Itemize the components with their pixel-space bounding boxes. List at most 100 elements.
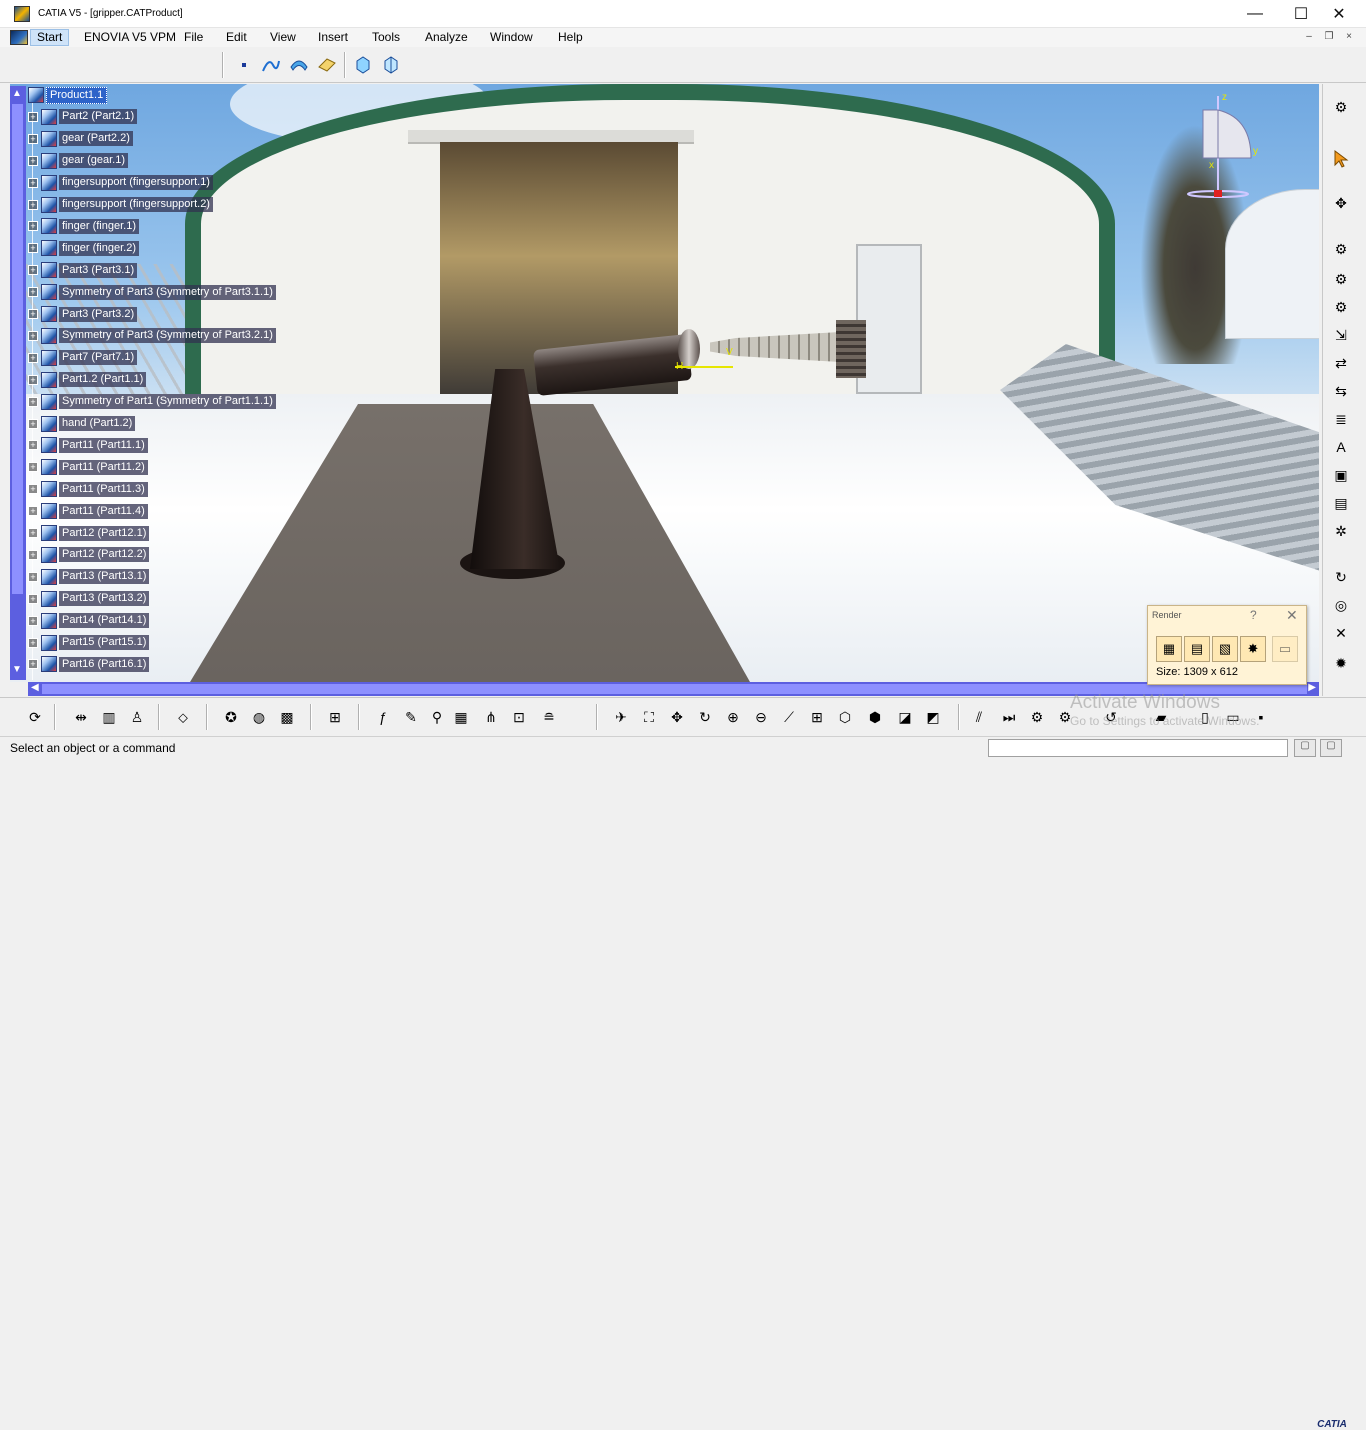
- table-icon[interactable]: ▦: [450, 706, 472, 728]
- tree-node-label[interactable]: finger (finger.1): [59, 218, 139, 234]
- tree-node[interactable]: + Symmetry of Part1 (Symmetry of Part1.1.…: [28, 393, 276, 411]
- scroll-down-icon[interactable]: ▼: [12, 664, 22, 675]
- tree-node[interactable]: + finger (finger.2): [28, 239, 139, 257]
- tree-node-label[interactable]: Part12 (Part12.1): [59, 525, 150, 541]
- swap-visible-space-icon[interactable]: ◩: [922, 706, 944, 728]
- tree-node-label[interactable]: Part3 (Part3.1): [59, 262, 138, 278]
- expand-icon[interactable]: +: [28, 111, 38, 122]
- tree-structure-icon[interactable]: ⋔: [480, 706, 502, 728]
- apply-material-icon[interactable]: ◍: [248, 706, 270, 728]
- representation-icon[interactable]: ▣: [1329, 464, 1353, 486]
- tree-node[interactable]: + Part11 (Part11.4): [28, 502, 148, 520]
- lock-icon[interactable]: ⊡: [508, 706, 530, 728]
- multi-instantiation-icon[interactable]: ▤: [1329, 492, 1353, 514]
- expand-icon[interactable]: +: [28, 374, 38, 385]
- expand-icon[interactable]: +: [28, 440, 38, 451]
- menu-file[interactable]: File: [184, 30, 203, 44]
- menu-edit[interactable]: Edit: [226, 30, 247, 44]
- tree-node-label[interactable]: Part11 (Part11.2): [59, 459, 148, 475]
- reorder-icon[interactable]: ≣: [1329, 408, 1353, 430]
- numbering-icon[interactable]: A: [1329, 436, 1353, 458]
- start-menu-icon[interactable]: [10, 30, 28, 45]
- expand-icon[interactable]: +: [28, 155, 38, 166]
- tree-scrollbar[interactable]: ▲ ▼: [10, 86, 26, 680]
- component-icon[interactable]: ⚙: [1329, 238, 1353, 260]
- expand-icon[interactable]: +: [28, 352, 38, 363]
- expand-icon[interactable]: +: [28, 199, 38, 210]
- tree-node-label[interactable]: Part2 (Part2.1): [59, 109, 138, 125]
- tree-node-label[interactable]: fingersupport (fingersupport.1): [59, 175, 213, 191]
- tree-node-label[interactable]: gear (Part2.2): [59, 131, 133, 147]
- tree-node[interactable]: + Part1.2 (Part1.1): [28, 371, 147, 389]
- fit-all-icon[interactable]: ⛶: [638, 706, 660, 728]
- tree-node-label[interactable]: hand (Part1.2): [59, 416, 136, 431]
- iso-view-icon[interactable]: ⬡: [834, 706, 856, 728]
- tools-icon[interactable]: ⚙: [1026, 706, 1048, 728]
- render-image-icon[interactable]: ▦: [1156, 636, 1182, 662]
- grid-select-icon[interactable]: ⊞: [324, 706, 346, 728]
- curve-icon[interactable]: [260, 54, 282, 76]
- tree-node-label[interactable]: Part11 (Part11.1): [59, 437, 148, 453]
- tree-node[interactable]: + Part2 (Part2.1): [28, 108, 138, 126]
- tree-node-label[interactable]: Part14 (Part14.1): [59, 613, 150, 629]
- menu-insert[interactable]: Insert: [318, 30, 348, 44]
- expand-icon[interactable]: +: [28, 637, 38, 648]
- tree-node[interactable]: + Part3 (Part3.1): [28, 261, 138, 279]
- expand-icon[interactable]: +: [28, 309, 38, 319]
- tree-node-label[interactable]: Part11 (Part11.3): [59, 481, 148, 497]
- move-icon[interactable]: ✥: [1329, 192, 1353, 214]
- menu-analyze[interactable]: Analyze: [425, 30, 468, 44]
- menu-enovia[interactable]: ENOVIA V5 VPM: [84, 30, 176, 44]
- expand-icon[interactable]: +: [28, 571, 38, 582]
- tree-node[interactable]: + Symmetry of Part3 (Symmetry of Part3.2.…: [28, 327, 276, 345]
- part-icon[interactable]: ⚙: [1329, 296, 1353, 318]
- tree-node[interactable]: + Symmetry of Part3 (Symmetry of Part3.1.…: [28, 283, 276, 301]
- equation-icon[interactable]: ≘: [538, 706, 560, 728]
- command-stop-button[interactable]: ▢: [1320, 739, 1342, 757]
- expand-icon[interactable]: +: [28, 265, 38, 276]
- clash-icon[interactable]: ✹: [1329, 652, 1353, 674]
- cube-view-icon[interactable]: [352, 54, 374, 76]
- tree-node[interactable]: + Part15 (Part15.1): [28, 634, 150, 652]
- tree-root-node[interactable]: Product1.1: [28, 86, 108, 104]
- tree-node[interactable]: + Part13 (Part13.1): [28, 568, 150, 586]
- sketch-icon[interactable]: ⫽: [968, 706, 990, 728]
- existing-component-icon[interactable]: ⇲: [1329, 324, 1353, 346]
- tree-node-label[interactable]: Part7 (Part7.1): [59, 350, 138, 366]
- cube-view-2-icon[interactable]: [380, 54, 402, 76]
- minimize-button[interactable]: —: [1232, 0, 1278, 28]
- menu-view[interactable]: View: [270, 30, 296, 44]
- menu-help[interactable]: Help: [558, 30, 583, 44]
- select-arrow-icon[interactable]: [1329, 148, 1353, 170]
- tree-node-label[interactable]: Symmetry of Part1 (Symmetry of Part1.1.1…: [59, 394, 276, 410]
- expand-icon[interactable]: +: [28, 593, 38, 604]
- tree-node-label[interactable]: gear (gear.1): [59, 153, 128, 169]
- skip-icon[interactable]: ⏭: [998, 706, 1020, 728]
- tree-node[interactable]: + Part16 (Part16.1): [28, 655, 150, 673]
- tree-node[interactable]: + hand (Part1.2): [28, 415, 136, 433]
- camera-icon[interactable]: ✸: [1240, 636, 1266, 662]
- expand-icon[interactable]: +: [28, 243, 38, 254]
- expand-icon[interactable]: +: [28, 549, 38, 560]
- measure-icon[interactable]: ⇹: [70, 706, 92, 728]
- tree-node-label[interactable]: Part13 (Part13.2): [59, 591, 150, 607]
- expand-icon[interactable]: +: [28, 484, 38, 495]
- mdi-minimize-button[interactable]: –: [1302, 31, 1316, 43]
- render-help-button[interactable]: ?: [1250, 608, 1257, 622]
- knowledge-icon[interactable]: ⚲: [426, 706, 448, 728]
- mdi-restore-button[interactable]: ❐: [1322, 31, 1336, 43]
- tree-node[interactable]: + gear (Part2.2): [28, 130, 133, 148]
- tree-node[interactable]: + Part11 (Part11.1): [28, 436, 148, 454]
- tree-node-label[interactable]: Part11 (Part11.4): [59, 503, 148, 519]
- fly-mode-icon[interactable]: ✈: [610, 706, 632, 728]
- tree-node-label[interactable]: Part12 (Part12.2): [59, 547, 150, 563]
- tree-node[interactable]: + Part7 (Part7.1): [28, 349, 138, 367]
- snap-icon[interactable]: ◎: [1329, 594, 1353, 616]
- close-button[interactable]: ✕: [1316, 0, 1362, 28]
- explode-icon[interactable]: ✕: [1329, 622, 1353, 644]
- scroll-left-icon[interactable]: ◀: [31, 682, 39, 693]
- tree-node[interactable]: + Part11 (Part11.2): [28, 458, 148, 476]
- expand-icon[interactable]: +: [28, 396, 38, 407]
- tree-node-label[interactable]: Symmetry of Part3 (Symmetry of Part3.1.1…: [59, 284, 276, 300]
- gears-icon[interactable]: ⚙: [1329, 96, 1353, 118]
